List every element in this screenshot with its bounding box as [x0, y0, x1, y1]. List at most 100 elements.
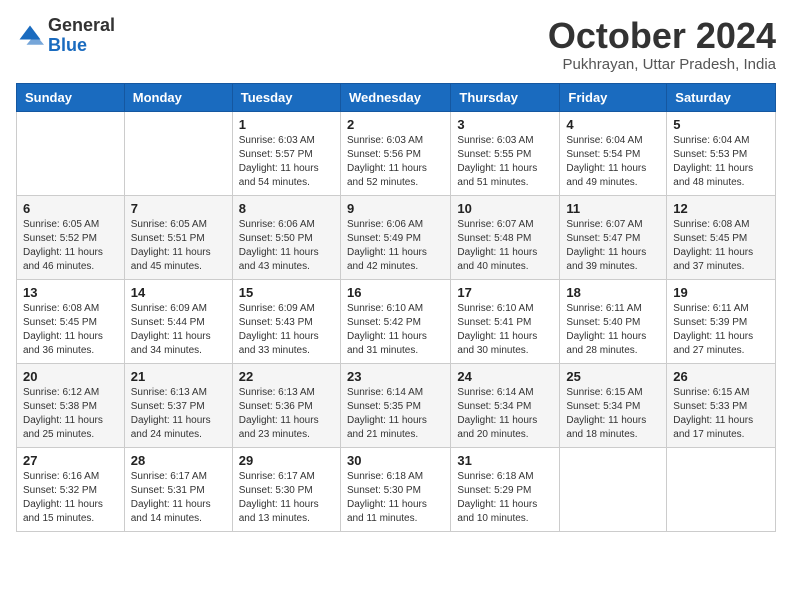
logo: General Blue [16, 16, 115, 56]
day-number: 5 [673, 117, 769, 132]
day-info: Sunrise: 6:12 AM Sunset: 5:38 PM Dayligh… [23, 386, 118, 442]
calendar-cell: 21 Sunrise: 6:13 AM Sunset: 5:37 PM Dayli… [124, 363, 232, 447]
calendar-cell: 25Sunrise: 6:15 AM Sunset: 5:34 PM Dayli… [560, 363, 667, 447]
day-number: 19 [673, 285, 769, 300]
day-info: Sunrise: 6:07 AM Sunset: 5:47 PM Dayligh… [566, 218, 660, 274]
day-number: 18 [566, 285, 660, 300]
calendar-week-2: 6Sunrise: 6:05 AM Sunset: 5:52 PM Daylig… [17, 195, 776, 279]
day-number: 30 [347, 453, 444, 468]
calendar-week-3: 13 Sunrise: 6:08 AM Sunset: 5:45 PM Dayli… [17, 279, 776, 363]
day-info: Sunrise: 6:10 AM Sunset: 5:42 PM Dayligh… [347, 302, 444, 358]
calendar-cell: 5 Sunrise: 6:04 AM Sunset: 5:53 PM Daylig… [667, 111, 776, 195]
calendar-cell: 26 Sunrise: 6:15 AM Sunset: 5:33 PM Dayli… [667, 363, 776, 447]
calendar-cell: 19 Sunrise: 6:11 AM Sunset: 5:39 PM Dayli… [667, 279, 776, 363]
calendar-cell: 20 Sunrise: 6:12 AM Sunset: 5:38 PM Dayli… [17, 363, 125, 447]
calendar-cell: 22 Sunrise: 6:13 AM Sunset: 5:36 PM Dayli… [232, 363, 340, 447]
day-number: 24 [457, 369, 553, 384]
day-info: Sunrise: 6:05 AM Sunset: 5:51 PM Dayligh… [131, 218, 226, 274]
calendar-cell: 16Sunrise: 6:10 AM Sunset: 5:42 PM Dayli… [340, 279, 450, 363]
calendar-cell: 17Sunrise: 6:10 AM Sunset: 5:41 PM Dayli… [451, 279, 560, 363]
day-info: Sunrise: 6:17 AM Sunset: 5:30 PM Dayligh… [239, 470, 334, 526]
calendar-cell [560, 447, 667, 531]
day-info: Sunrise: 6:03 AM Sunset: 5:56 PM Dayligh… [347, 134, 444, 190]
calendar-cell: 12Sunrise: 6:08 AM Sunset: 5:45 PM Dayli… [667, 195, 776, 279]
calendar-cell: 18 Sunrise: 6:11 AM Sunset: 5:40 PM Dayli… [560, 279, 667, 363]
day-info: Sunrise: 6:10 AM Sunset: 5:41 PM Dayligh… [457, 302, 553, 358]
day-number: 21 [131, 369, 226, 384]
day-number: 9 [347, 201, 444, 216]
day-info: Sunrise: 6:04 AM Sunset: 5:54 PM Dayligh… [566, 134, 660, 190]
day-info: Sunrise: 6:14 AM Sunset: 5:34 PM Dayligh… [457, 386, 553, 442]
month-title: October 2024 [548, 16, 776, 56]
day-info: Sunrise: 6:11 AM Sunset: 5:39 PM Dayligh… [673, 302, 769, 358]
calendar-cell: 8 Sunrise: 6:06 AM Sunset: 5:50 PM Daylig… [232, 195, 340, 279]
day-info: Sunrise: 6:18 AM Sunset: 5:29 PM Dayligh… [457, 470, 553, 526]
day-info: Sunrise: 6:07 AM Sunset: 5:48 PM Dayligh… [457, 218, 553, 274]
calendar-cell: 14 Sunrise: 6:09 AM Sunset: 5:44 PM Dayli… [124, 279, 232, 363]
page-header: General Blue October 2024 Pukhrayan, Utt… [16, 16, 776, 73]
day-number: 25 [566, 369, 660, 384]
day-info: Sunrise: 6:03 AM Sunset: 5:55 PM Dayligh… [457, 134, 553, 190]
calendar-cell [124, 111, 232, 195]
calendar-cell: 28Sunrise: 6:17 AM Sunset: 5:31 PM Dayli… [124, 447, 232, 531]
calendar-cell: 10 Sunrise: 6:07 AM Sunset: 5:48 PM Dayli… [451, 195, 560, 279]
calendar-cell: 3 Sunrise: 6:03 AM Sunset: 5:55 PM Daylig… [451, 111, 560, 195]
day-number: 2 [347, 117, 444, 132]
day-number: 31 [457, 453, 553, 468]
calendar-cell: 30 Sunrise: 6:18 AM Sunset: 5:30 PM Dayli… [340, 447, 450, 531]
day-number: 20 [23, 369, 118, 384]
day-info: Sunrise: 6:03 AM Sunset: 5:57 PM Dayligh… [239, 134, 334, 190]
day-info: Sunrise: 6:18 AM Sunset: 5:30 PM Dayligh… [347, 470, 444, 526]
day-info: Sunrise: 6:13 AM Sunset: 5:37 PM Dayligh… [131, 386, 226, 442]
day-number: 8 [239, 201, 334, 216]
day-info: Sunrise: 6:13 AM Sunset: 5:36 PM Dayligh… [239, 386, 334, 442]
day-info: Sunrise: 6:15 AM Sunset: 5:33 PM Dayligh… [673, 386, 769, 442]
logo-icon [16, 22, 44, 50]
day-info: Sunrise: 6:09 AM Sunset: 5:44 PM Dayligh… [131, 302, 226, 358]
day-info: Sunrise: 6:08 AM Sunset: 5:45 PM Dayligh… [23, 302, 118, 358]
calendar-cell: 6Sunrise: 6:05 AM Sunset: 5:52 PM Daylig… [17, 195, 125, 279]
day-header-monday: Monday [124, 83, 232, 111]
day-info: Sunrise: 6:09 AM Sunset: 5:43 PM Dayligh… [239, 302, 334, 358]
calendar-header-row: SundayMondayTuesdayWednesdayThursdayFrid… [17, 83, 776, 111]
calendar-cell: 2 Sunrise: 6:03 AM Sunset: 5:56 PM Daylig… [340, 111, 450, 195]
day-info: Sunrise: 6:08 AM Sunset: 5:45 PM Dayligh… [673, 218, 769, 274]
calendar-cell: 9 Sunrise: 6:06 AM Sunset: 5:49 PM Daylig… [340, 195, 450, 279]
day-number: 1 [239, 117, 334, 132]
day-number: 13 [23, 285, 118, 300]
location: Pukhrayan, Uttar Pradesh, India [548, 56, 776, 73]
day-header-sunday: Sunday [17, 83, 125, 111]
day-info: Sunrise: 6:04 AM Sunset: 5:53 PM Dayligh… [673, 134, 769, 190]
calendar-table: SundayMondayTuesdayWednesdayThursdayFrid… [16, 83, 776, 532]
calendar-week-5: 27 Sunrise: 6:16 AM Sunset: 5:32 PM Dayli… [17, 447, 776, 531]
day-number: 10 [457, 201, 553, 216]
day-header-tuesday: Tuesday [232, 83, 340, 111]
day-info: Sunrise: 6:16 AM Sunset: 5:32 PM Dayligh… [23, 470, 118, 526]
day-number: 4 [566, 117, 660, 132]
calendar-cell: 11 Sunrise: 6:07 AM Sunset: 5:47 PM Dayli… [560, 195, 667, 279]
calendar-cell: 1 Sunrise: 6:03 AM Sunset: 5:57 PM Daylig… [232, 111, 340, 195]
day-info: Sunrise: 6:06 AM Sunset: 5:50 PM Dayligh… [239, 218, 334, 274]
logo-general: General [48, 15, 115, 35]
calendar-cell: 29Sunrise: 6:17 AM Sunset: 5:30 PM Dayli… [232, 447, 340, 531]
day-number: 22 [239, 369, 334, 384]
day-number: 14 [131, 285, 226, 300]
calendar-cell [17, 111, 125, 195]
calendar-cell [667, 447, 776, 531]
day-number: 26 [673, 369, 769, 384]
logo-blue: Blue [48, 35, 87, 55]
day-header-thursday: Thursday [451, 83, 560, 111]
day-number: 27 [23, 453, 118, 468]
calendar-cell: 13 Sunrise: 6:08 AM Sunset: 5:45 PM Dayli… [17, 279, 125, 363]
title-section: October 2024 Pukhrayan, Uttar Pradesh, I… [548, 16, 776, 73]
day-info: Sunrise: 6:11 AM Sunset: 5:40 PM Dayligh… [566, 302, 660, 358]
day-number: 6 [23, 201, 118, 216]
day-number: 11 [566, 201, 660, 216]
logo-text: General Blue [48, 16, 115, 56]
calendar-cell: 23Sunrise: 6:14 AM Sunset: 5:35 PM Dayli… [340, 363, 450, 447]
day-number: 3 [457, 117, 553, 132]
calendar-week-1: 1 Sunrise: 6:03 AM Sunset: 5:57 PM Daylig… [17, 111, 776, 195]
calendar-cell: 4 Sunrise: 6:04 AM Sunset: 5:54 PM Daylig… [560, 111, 667, 195]
day-header-wednesday: Wednesday [340, 83, 450, 111]
day-info: Sunrise: 6:06 AM Sunset: 5:49 PM Dayligh… [347, 218, 444, 274]
